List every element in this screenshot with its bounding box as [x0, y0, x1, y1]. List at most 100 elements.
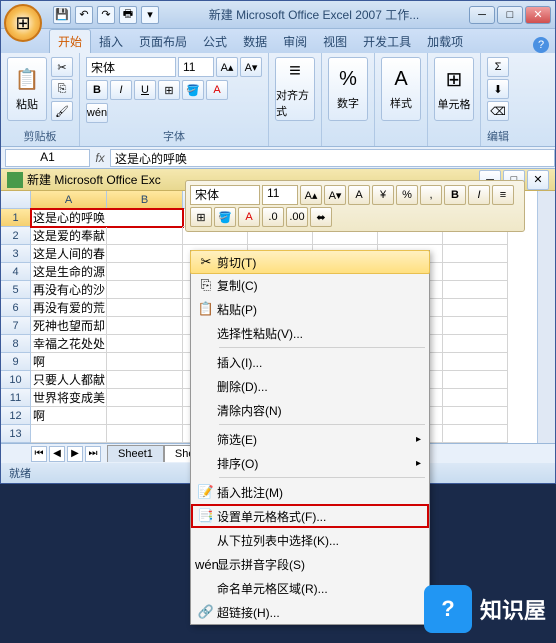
- cell[interactable]: [443, 353, 508, 371]
- mini-shrink-font[interactable]: A▾: [324, 185, 346, 205]
- cell[interactable]: [443, 317, 508, 335]
- cell[interactable]: [443, 263, 508, 281]
- name-box[interactable]: A1: [5, 149, 90, 167]
- formula-input[interactable]: 这是心的呼唤: [110, 149, 555, 167]
- font-family-combo[interactable]: 宋体: [86, 57, 176, 77]
- cell[interactable]: [107, 425, 183, 443]
- fx-button[interactable]: fx: [90, 151, 110, 165]
- cell[interactable]: [31, 425, 107, 443]
- font-color-button[interactable]: A: [206, 80, 228, 100]
- cell[interactable]: [107, 299, 183, 317]
- copy-button[interactable]: ⎘: [51, 79, 73, 99]
- menu-name-range[interactable]: 命名单元格区域(R)...: [191, 576, 429, 600]
- cell[interactable]: [107, 317, 183, 335]
- cell[interactable]: 死神也望而却: [31, 317, 107, 335]
- mini-fill-color[interactable]: 🪣: [214, 207, 236, 227]
- help-button[interactable]: ?: [533, 37, 549, 53]
- menu-format-cells[interactable]: 📑设置单元格格式(F)...: [191, 504, 429, 528]
- qat-print[interactable]: 🖶: [119, 6, 137, 24]
- cell[interactable]: 这是爱的奉献: [31, 227, 107, 245]
- cell[interactable]: [443, 335, 508, 353]
- tab-formula[interactable]: 公式: [195, 30, 235, 53]
- cell[interactable]: 这是心的呼唤: [31, 209, 183, 227]
- sheet-tab-1[interactable]: Sheet1: [107, 445, 164, 462]
- qat-redo[interactable]: ↷: [97, 6, 115, 24]
- cell-button[interactable]: ⊞单元格: [434, 57, 474, 121]
- menu-cut[interactable]: ✂剪切(T): [190, 250, 430, 274]
- mini-merge[interactable]: ⬌: [310, 207, 332, 227]
- mini-align[interactable]: ≡: [492, 185, 514, 205]
- tab-addin[interactable]: 加载项: [419, 30, 471, 53]
- border-button[interactable]: ⊞: [158, 80, 180, 100]
- phonetic-button[interactable]: wén: [86, 103, 108, 123]
- cell[interactable]: 幸福之花处处: [31, 335, 107, 353]
- cell[interactable]: [107, 371, 183, 389]
- cut-button[interactable]: ✂: [51, 57, 73, 77]
- grow-font-button[interactable]: A▴: [216, 57, 238, 77]
- select-all-corner[interactable]: [1, 191, 31, 209]
- style-button[interactable]: A样式: [381, 57, 421, 121]
- close-button[interactable]: ✕: [525, 6, 551, 24]
- row-header-4[interactable]: 4: [1, 263, 31, 281]
- row-header-1[interactable]: 1: [1, 209, 31, 227]
- row-header-3[interactable]: 3: [1, 245, 31, 263]
- office-button[interactable]: ⊞: [4, 4, 42, 42]
- row-header-9[interactable]: 9: [1, 353, 31, 371]
- qat-more[interactable]: ▾: [141, 6, 159, 24]
- mini-italic[interactable]: I: [468, 185, 490, 205]
- cell[interactable]: [443, 407, 508, 425]
- tab-review[interactable]: 审阅: [275, 30, 315, 53]
- cell[interactable]: [107, 227, 183, 245]
- underline-button[interactable]: U: [134, 80, 156, 100]
- cell[interactable]: [443, 371, 508, 389]
- sheet-nav-next[interactable]: ▶: [67, 446, 83, 462]
- bold-button[interactable]: B: [86, 80, 108, 100]
- cell[interactable]: [443, 299, 508, 317]
- mini-font-combo[interactable]: 宋体: [190, 185, 260, 205]
- clear-button[interactable]: ⌫: [487, 101, 509, 121]
- tab-dev[interactable]: 开发工具: [355, 30, 419, 53]
- qat-undo[interactable]: ↶: [75, 6, 93, 24]
- tab-view[interactable]: 视图: [315, 30, 355, 53]
- minimize-button[interactable]: ─: [469, 6, 495, 24]
- cell[interactable]: [107, 353, 183, 371]
- cell[interactable]: 世界将变成美: [31, 389, 107, 407]
- cell[interactable]: [443, 389, 508, 407]
- row-header-6[interactable]: 6: [1, 299, 31, 317]
- shrink-font-button[interactable]: A▾: [240, 57, 262, 77]
- row-header-5[interactable]: 5: [1, 281, 31, 299]
- mini-size-combo[interactable]: 11: [262, 185, 298, 205]
- cell[interactable]: [107, 245, 183, 263]
- italic-button[interactable]: I: [110, 80, 132, 100]
- menu-delete[interactable]: 删除(D)...: [191, 374, 429, 398]
- col-header-a[interactable]: A: [31, 191, 107, 209]
- sheet-nav-last[interactable]: ⏭: [85, 446, 101, 462]
- tab-home[interactable]: 开始: [49, 29, 91, 53]
- cell[interactable]: 这是人间的春: [31, 245, 107, 263]
- align-button[interactable]: ≡对齐方式: [275, 57, 315, 121]
- cell[interactable]: [107, 407, 183, 425]
- col-header-b[interactable]: B: [107, 191, 183, 209]
- cell[interactable]: [107, 335, 183, 353]
- cell[interactable]: 这是生命的源: [31, 263, 107, 281]
- sheet-nav-prev[interactable]: ◀: [49, 446, 65, 462]
- tab-data[interactable]: 数据: [235, 30, 275, 53]
- menu-paste-special[interactable]: 选择性粘贴(V)...: [191, 321, 429, 345]
- sheet-nav-first[interactable]: ⏮: [31, 446, 47, 462]
- menu-copy[interactable]: ⎘复制(C): [191, 273, 429, 297]
- mini-comma[interactable]: ,: [420, 185, 442, 205]
- menu-filter[interactable]: 筛选(E)▸: [191, 427, 429, 451]
- cell[interactable]: 啊: [31, 407, 107, 425]
- font-size-combo[interactable]: 11: [178, 57, 214, 77]
- cell[interactable]: 只要人人都献: [31, 371, 107, 389]
- row-header-8[interactable]: 8: [1, 335, 31, 353]
- row-header-13[interactable]: 13: [1, 425, 31, 443]
- row-header-10[interactable]: 10: [1, 371, 31, 389]
- menu-pick-list[interactable]: 从下拉列表中选择(K)...: [191, 528, 429, 552]
- fill-button[interactable]: ⬇: [487, 79, 509, 99]
- mini-grow-font[interactable]: A▴: [300, 185, 322, 205]
- maximize-button[interactable]: □: [497, 6, 523, 24]
- cell[interactable]: [443, 281, 508, 299]
- doc-close[interactable]: ✕: [527, 170, 549, 190]
- cell[interactable]: 再没有心的沙: [31, 281, 107, 299]
